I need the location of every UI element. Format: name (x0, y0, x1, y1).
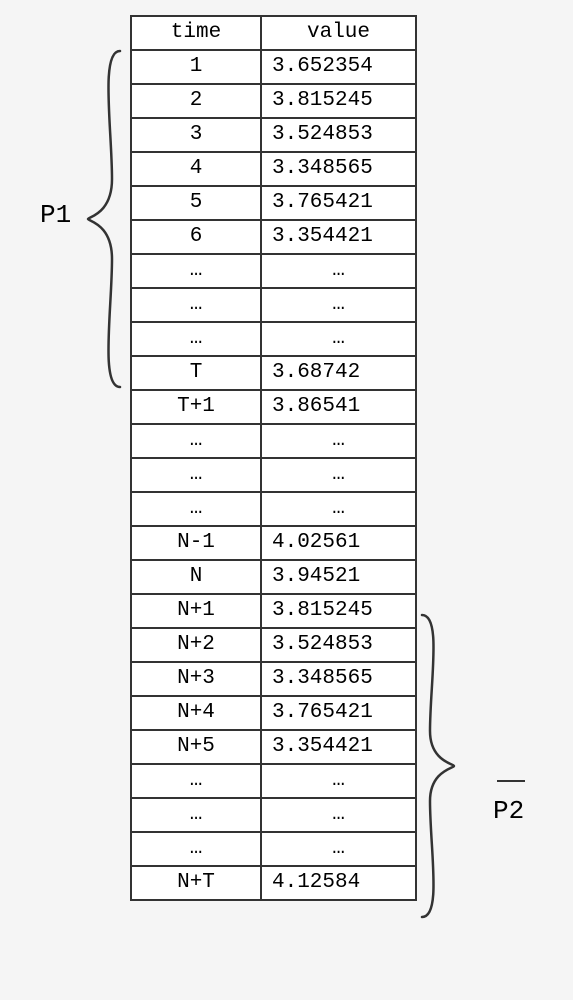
table-row: …… (131, 424, 416, 458)
table-row: …… (131, 288, 416, 322)
table-row: …… (131, 322, 416, 356)
cell-time: N+2 (131, 628, 261, 662)
cell-value: … (261, 764, 416, 798)
table-row: 23.815245 (131, 84, 416, 118)
cell-value: 4.12584 (261, 866, 416, 900)
table-row: …… (131, 764, 416, 798)
cell-time: 3 (131, 118, 261, 152)
table-row: N3.94521 (131, 560, 416, 594)
cell-time: N+3 (131, 662, 261, 696)
cell-time: … (131, 764, 261, 798)
cell-time: … (131, 458, 261, 492)
cell-value: … (261, 832, 416, 866)
cell-time: … (131, 424, 261, 458)
table-row: N+23.524853 (131, 628, 416, 662)
cell-value: 3.348565 (261, 662, 416, 696)
table-row: …… (131, 458, 416, 492)
label-p2: P2 (493, 766, 573, 826)
cell-value: 3.652354 (261, 50, 416, 84)
label-p1-text: P1 (40, 200, 71, 230)
table-row: …… (131, 254, 416, 288)
table-row: …… (131, 492, 416, 526)
table-row: N+53.354421 (131, 730, 416, 764)
cell-value: 3.354421 (261, 220, 416, 254)
cell-value: 3.348565 (261, 152, 416, 186)
cell-value: 4.02561 (261, 526, 416, 560)
data-table: timevalue13.65235423.81524533.52485343.3… (130, 15, 417, 901)
cell-time: N (131, 560, 261, 594)
table-row: T3.68742 (131, 356, 416, 390)
cell-value: 3.86541 (261, 390, 416, 424)
cell-time: time (131, 16, 261, 50)
table-row: 13.652354 (131, 50, 416, 84)
cell-time: T+1 (131, 390, 261, 424)
cell-time: N+5 (131, 730, 261, 764)
cell-value: … (261, 424, 416, 458)
cell-value: … (261, 254, 416, 288)
cell-time: 5 (131, 186, 261, 220)
table-row: N+33.348565 (131, 662, 416, 696)
table-row: 53.765421 (131, 186, 416, 220)
table-row: N+13.815245 (131, 594, 416, 628)
table-row: …… (131, 832, 416, 866)
table-row: N+43.765421 (131, 696, 416, 730)
table-row: 43.348565 (131, 152, 416, 186)
cell-value: 3.94521 (261, 560, 416, 594)
cell-value: 3.765421 (261, 696, 416, 730)
cell-value: … (261, 458, 416, 492)
cell-time: 2 (131, 84, 261, 118)
dash-icon (497, 780, 525, 782)
brace-p2 (420, 613, 456, 919)
cell-time: … (131, 492, 261, 526)
cell-value: 3.524853 (261, 118, 416, 152)
cell-time: N+T (131, 866, 261, 900)
cell-value: 3.815245 (261, 84, 416, 118)
cell-value: 3.765421 (261, 186, 416, 220)
brace-p1 (86, 49, 122, 389)
cell-time: T (131, 356, 261, 390)
table-row: 63.354421 (131, 220, 416, 254)
table-header-row: timevalue (131, 16, 416, 50)
table-row: N+T4.12584 (131, 866, 416, 900)
cell-value: 3.68742 (261, 356, 416, 390)
cell-time: N+1 (131, 594, 261, 628)
cell-time: 6 (131, 220, 261, 254)
cell-time: 1 (131, 50, 261, 84)
cell-value: 3.524853 (261, 628, 416, 662)
cell-time: … (131, 832, 261, 866)
table-row: T+13.86541 (131, 390, 416, 424)
cell-value: … (261, 322, 416, 356)
cell-time: … (131, 322, 261, 356)
cell-time: N+4 (131, 696, 261, 730)
cell-time: N-1 (131, 526, 261, 560)
cell-time: … (131, 798, 261, 832)
cell-value: … (261, 288, 416, 322)
table-row: …… (131, 798, 416, 832)
cell-value: 3.354421 (261, 730, 416, 764)
table-row: 33.524853 (131, 118, 416, 152)
cell-time: … (131, 254, 261, 288)
table-row: N-14.02561 (131, 526, 416, 560)
label-p1: P1 (40, 200, 71, 230)
cell-value: … (261, 492, 416, 526)
cell-value: … (261, 798, 416, 832)
label-p2-text: P2 (493, 796, 524, 826)
cell-time: 4 (131, 152, 261, 186)
cell-value: 3.815245 (261, 594, 416, 628)
cell-value: value (261, 16, 416, 50)
cell-time: … (131, 288, 261, 322)
